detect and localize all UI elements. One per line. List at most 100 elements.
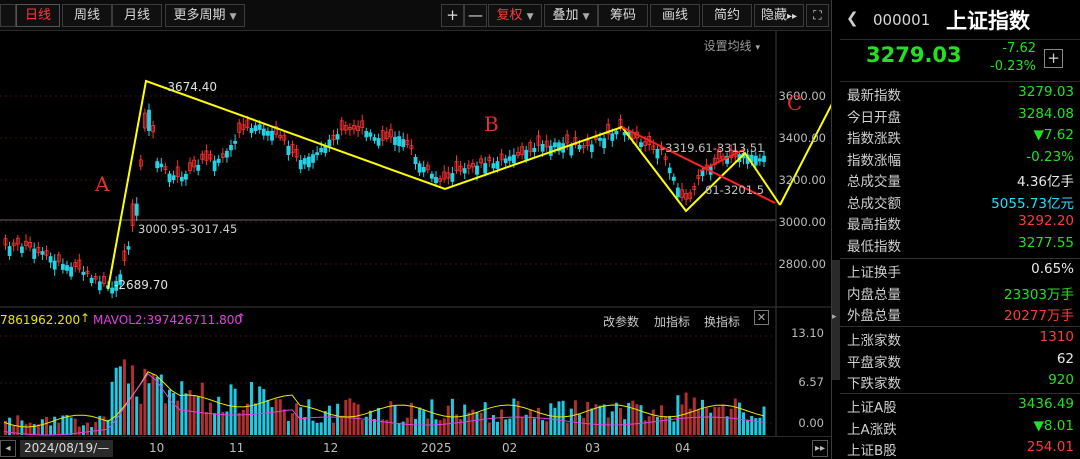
volume-bar	[619, 408, 622, 435]
zoom-out-button[interactable]: —	[464, 4, 487, 27]
panel-collapse-handle[interactable]: ▸	[832, 260, 840, 380]
draw-line-button[interactable]: 画线	[650, 4, 700, 27]
volume-bar	[274, 399, 278, 435]
volume-bar	[725, 416, 729, 435]
candle-body	[216, 158, 221, 163]
volume-bar	[541, 420, 545, 435]
simple-mode-button[interactable]: 简约	[702, 4, 752, 27]
scroll-right-button[interactable]: ▸▸	[812, 440, 828, 457]
volume-bar	[590, 408, 594, 435]
stat-label: 内盘总量	[847, 286, 901, 303]
zoom-in-button[interactable]: +	[441, 4, 464, 27]
candle-body	[700, 170, 705, 177]
candle-body	[524, 149, 529, 160]
add-watchlist-button[interactable]: +	[1044, 49, 1063, 68]
volume-bar	[131, 365, 135, 435]
stat-row: 总成交额 5055.73亿元	[840, 190, 1080, 212]
candle-body	[89, 277, 94, 283]
volume-bar	[467, 412, 471, 435]
volume-bar	[672, 421, 676, 435]
candle-body	[196, 164, 201, 171]
stat-row: 上证A股 3436.49	[840, 394, 1080, 416]
candle-body	[614, 130, 619, 135]
overlay-label: 叠加	[552, 8, 579, 23]
restore-label: 复权	[496, 8, 523, 23]
candle-body	[753, 155, 758, 166]
stat-label: 指数涨幅	[847, 152, 901, 169]
stat-value: 1310	[1039, 329, 1074, 345]
volume-bar	[151, 373, 155, 435]
stat-label: 外盘总量	[847, 308, 901, 324]
overlay-dropdown[interactable]: 叠加 ▼	[544, 4, 598, 27]
volume-bar	[200, 382, 204, 435]
volume-bar	[57, 422, 61, 435]
volume-bar	[323, 411, 327, 435]
candle-body	[311, 154, 315, 163]
volume-bar	[668, 415, 672, 435]
gap-label-2: -3319.61-3313.51	[661, 141, 765, 155]
volume-bar	[340, 415, 344, 435]
close-indicator-button[interactable]: ✕	[754, 310, 769, 325]
candle-body	[253, 125, 258, 132]
caret-down-icon: ▼	[526, 12, 534, 22]
candle-body	[126, 246, 131, 250]
x-tick: 04	[675, 441, 691, 455]
switch-indicator-button[interactable]: 换指标	[704, 313, 740, 330]
volume-bar	[180, 381, 184, 435]
stat-row: 上涨家数 1310	[840, 327, 1080, 349]
tab-monthly[interactable]: 月线	[112, 4, 162, 27]
volume-bar	[426, 418, 430, 435]
scroll-left-button[interactable]: ◂	[0, 440, 16, 457]
stat-label: 最高指数	[847, 217, 901, 233]
volume-bar	[373, 418, 376, 435]
stock-code: 000001	[873, 11, 931, 29]
edit-params-button[interactable]: 改参数	[603, 313, 639, 330]
high-price-value: 3674.40	[167, 80, 217, 94]
panel-divider	[831, 0, 832, 459]
volume-bar	[664, 416, 668, 435]
volume-bar	[434, 419, 438, 435]
mavol2-value: MAVOL2:397426711.800	[93, 313, 243, 327]
candle-body	[413, 157, 418, 165]
stat-row: 内盘总量 23303万手	[840, 281, 1080, 303]
volume-bar	[709, 412, 713, 435]
tab-more-periods[interactable]: 更多周期 ▼	[165, 4, 245, 27]
candle-body	[298, 160, 303, 170]
volume-bar	[586, 401, 590, 435]
stat-label: 上证B股	[847, 443, 897, 459]
candle-body	[265, 130, 270, 136]
stat-label: 上证换手	[847, 265, 901, 281]
candle-body	[319, 147, 324, 153]
hide-button[interactable]: 隐藏▸▸	[754, 4, 804, 27]
volume-bar	[582, 417, 586, 435]
tab-daily[interactable]: 日线	[16, 4, 60, 27]
candle-body	[512, 154, 516, 164]
candle-body	[532, 147, 537, 152]
wave-label-c: C	[787, 91, 803, 115]
stat-value: ▼7.62	[1033, 127, 1074, 143]
volume-bar	[504, 419, 508, 435]
gap-label-1: 3000.95-3017.45	[138, 222, 238, 236]
volume-bar	[680, 404, 684, 435]
stat-row: 平盘家数 62	[840, 349, 1080, 371]
volume-bar	[192, 395, 196, 435]
volume-bar	[639, 405, 643, 435]
volume-bar	[553, 407, 557, 435]
candle-body	[598, 137, 602, 141]
low-price-label: -2689.70	[114, 278, 168, 292]
fullscreen-icon[interactable]: ⛶	[806, 4, 829, 27]
candle-body	[577, 144, 582, 150]
volume-bar	[233, 388, 237, 435]
volume-bar	[49, 425, 53, 435]
add-indicator-button[interactable]: 加指标	[654, 313, 690, 330]
volume-bar	[520, 417, 524, 435]
tab-weekly[interactable]: 周线	[62, 4, 112, 27]
chevron-left-icon[interactable]: ❮	[846, 9, 859, 27]
chips-button[interactable]: 筹码	[598, 4, 648, 27]
restore-rights-dropdown[interactable]: 复权 ▼	[488, 4, 542, 27]
caret-down-icon: ▼	[582, 12, 590, 22]
volume-bar	[606, 417, 610, 435]
stat-label: 最新指数	[847, 88, 901, 104]
candle-body	[589, 144, 594, 152]
volume-bar	[282, 409, 286, 435]
